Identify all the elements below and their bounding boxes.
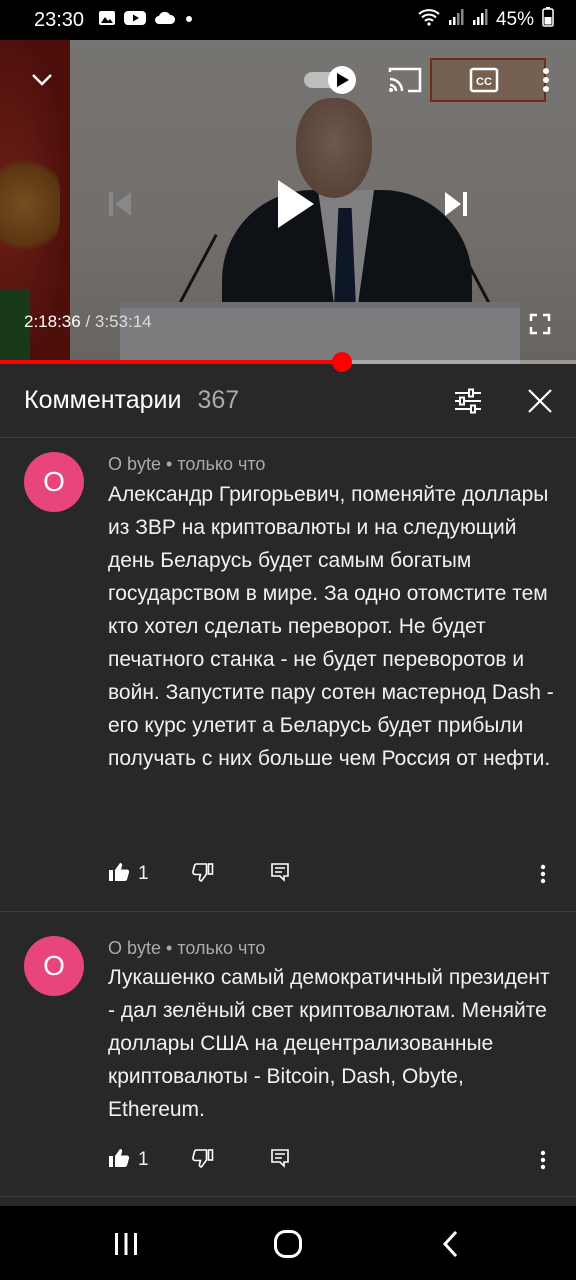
meta-separator: •: [161, 938, 178, 958]
thumbs-down-icon: [192, 1148, 214, 1173]
next-icon[interactable]: [436, 184, 476, 224]
dislike-button[interactable]: [192, 1144, 214, 1176]
thumbs-up-icon: [108, 862, 130, 887]
like-count: 1: [138, 1149, 149, 1170]
comment-item: O O byte • только что Александр Григорье…: [0, 438, 576, 912]
dislike-button[interactable]: [192, 858, 214, 890]
avatar[interactable]: O: [24, 452, 84, 512]
like-button[interactable]: 1: [108, 1144, 149, 1176]
home-icon[interactable]: [268, 1224, 308, 1264]
status-notifications: [98, 10, 194, 31]
thumbs-down-icon: [192, 862, 214, 887]
comment-time: только что: [177, 454, 266, 474]
comment-author[interactable]: O byte: [108, 938, 161, 958]
comment-meta: O byte • только что: [108, 938, 265, 959]
signal-icon: [472, 8, 488, 32]
status-bar: 23:30 45%: [0, 0, 576, 40]
cloud-icon: [154, 11, 176, 30]
close-icon[interactable]: [522, 383, 558, 419]
previous-icon[interactable]: [100, 184, 140, 224]
youtube-icon: [124, 10, 147, 31]
battery-percent: 45%: [495, 9, 534, 30]
avatar[interactable]: O: [24, 936, 84, 996]
dot-icon: [184, 11, 194, 29]
captions-icon[interactable]: CC: [466, 62, 502, 98]
comment-meta: O byte • только что: [108, 454, 265, 475]
comment-item: O O byte • только что Лукашенко самый де…: [0, 912, 576, 1197]
collapse-icon[interactable]: [24, 62, 60, 98]
back-icon[interactable]: [430, 1224, 470, 1264]
signal-icon: [448, 8, 464, 32]
battery-icon: [542, 7, 554, 33]
comment-menu-icon[interactable]: [540, 858, 546, 890]
comment-text: Лукашенко самый демократичный президент …: [108, 966, 550, 1121]
comments-count: 367: [197, 386, 240, 414]
system-nav-bar: [0, 1206, 576, 1280]
thumbs-up-icon: [108, 1148, 130, 1173]
time-separator: /: [80, 312, 95, 331]
wifi-icon: [418, 8, 440, 32]
reply-button[interactable]: [270, 1144, 290, 1176]
meta-separator: •: [161, 454, 178, 474]
gallery-icon: [98, 10, 116, 31]
comment-time: только что: [177, 938, 266, 958]
svg-text:CC: CC: [476, 76, 492, 88]
like-button[interactable]: 1: [108, 858, 149, 890]
recent-apps-icon[interactable]: [106, 1224, 146, 1264]
reply-icon: [270, 862, 290, 887]
reply-button[interactable]: [270, 858, 290, 890]
more-vert-icon[interactable]: [528, 62, 564, 98]
time-readout: 2:18:36 / 3:53:14: [24, 312, 152, 332]
status-system: 45%: [418, 7, 554, 33]
play-icon[interactable]: [262, 172, 326, 236]
reply-icon: [270, 1148, 290, 1173]
cast-icon[interactable]: [386, 62, 424, 98]
comments-header: Комментарии 367: [0, 364, 576, 438]
like-count: 1: [138, 863, 149, 884]
comment-actions: 1: [108, 1144, 560, 1176]
comment-author[interactable]: O byte: [108, 454, 161, 474]
comment-text: Александр Григорьевич, поменяйте доллары…: [108, 483, 554, 770]
current-time: 2:18:36: [24, 312, 81, 331]
comments-title: Комментарии: [24, 386, 182, 414]
sort-filter-icon[interactable]: [450, 383, 486, 419]
comment-actions: 1: [108, 858, 560, 890]
video-player[interactable]: CC 2:18:36 / 3:53:14: [0, 40, 576, 364]
comment-menu-icon[interactable]: [540, 1144, 546, 1176]
total-time: 3:53:14: [94, 312, 152, 331]
status-time: 23:30: [34, 8, 85, 31]
autoplay-toggle[interactable]: [302, 64, 360, 96]
fullscreen-icon[interactable]: [522, 306, 558, 342]
